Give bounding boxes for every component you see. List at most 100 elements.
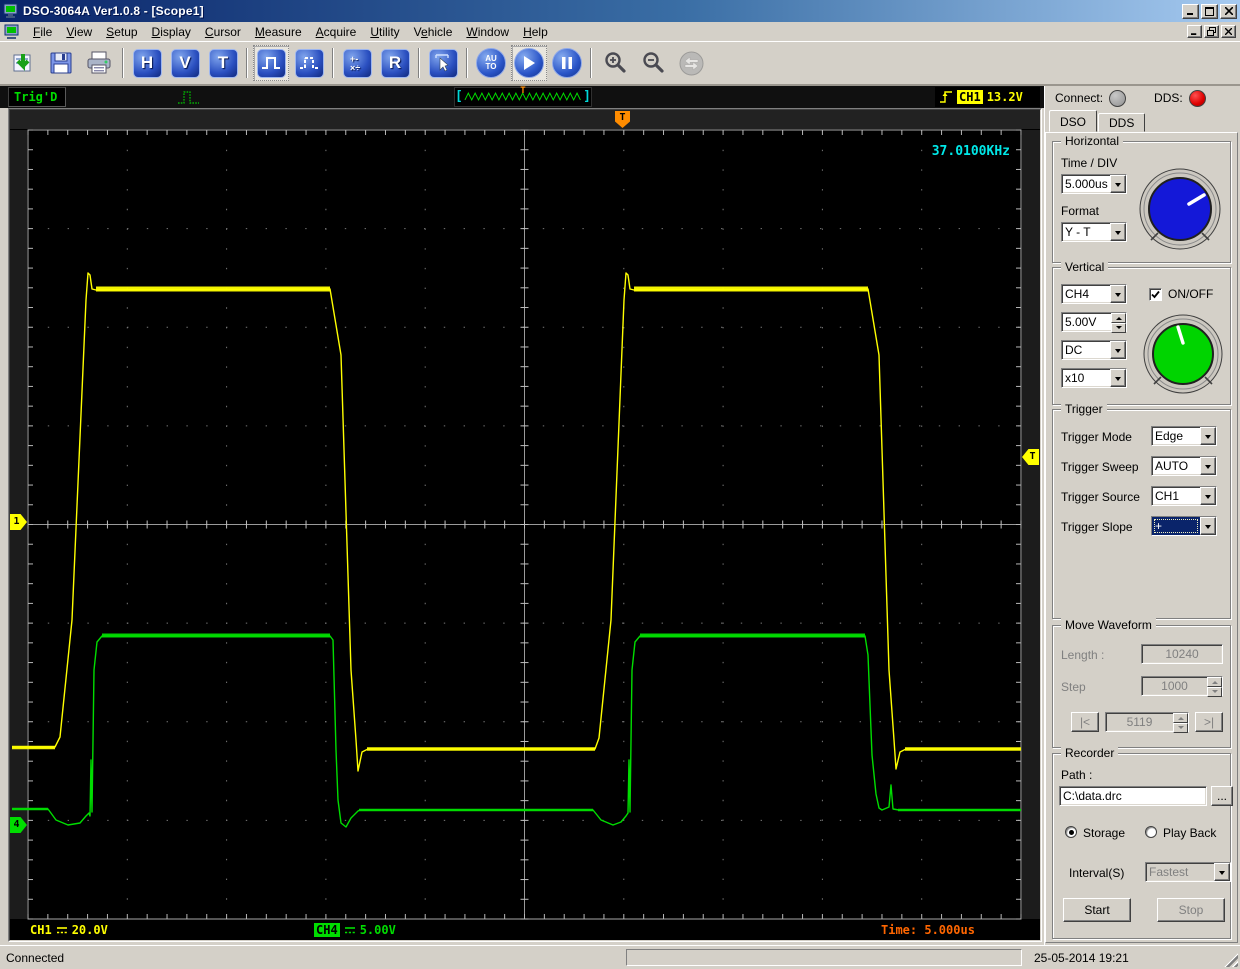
scope-widget: 37.0100KHz 1 4 T T CH1 20.0V CH4 5.00V T… (8, 108, 1042, 942)
pause-button[interactable] (549, 45, 585, 81)
trigger-sweep-select[interactable]: AUTO (1151, 456, 1217, 476)
time-div-select[interactable]: 5.000us (1061, 174, 1127, 194)
interval-select[interactable]: Fastest (1145, 862, 1231, 882)
mdi-window-buttons (1185, 25, 1236, 38)
title-bar: DSO-3064A Ver1.0.8 - [Scope1] (0, 0, 1240, 22)
path-label: Path : (1061, 768, 1093, 782)
menu-window[interactable]: Window (459, 23, 516, 41)
vertical-probe-select[interactable]: x10 (1061, 368, 1127, 388)
auto-setup-button[interactable]: AU TO (473, 45, 509, 81)
go-first-button[interactable]: |< (1071, 712, 1099, 732)
vertical-knob[interactable] (1141, 312, 1225, 396)
open-button[interactable] (5, 45, 41, 81)
trigger-level-readout: 13.2V (986, 90, 1023, 104)
menu-items: File View Setup Display Cursor Measure Acquire… (26, 23, 1185, 41)
dds-indicator-light (1188, 89, 1206, 107)
main-area: Trig'D [ ] T CH1 13.2V 37.0100KHz 1 4 T … (0, 86, 1240, 945)
channel-onoff-checkbox[interactable] (1149, 288, 1162, 301)
menu-view[interactable]: View (59, 23, 99, 41)
cursor-measure-button[interactable] (425, 45, 461, 81)
zoom-in-button[interactable] (597, 45, 633, 81)
trigger-slope-select[interactable]: + (1151, 516, 1217, 536)
time-div-label: Time / DIV (1061, 156, 1118, 170)
status-empty-pane (626, 949, 1022, 966)
trigger-source-select[interactable]: CH1 (1151, 486, 1217, 506)
pulse-indicator-icon (178, 91, 199, 104)
menu-cursor[interactable]: Cursor (198, 23, 248, 41)
dc-coupling-icon (344, 926, 355, 933)
horizontal-knob[interactable] (1137, 166, 1223, 252)
toolbar-separator (122, 48, 124, 78)
storage-radio[interactable] (1065, 826, 1077, 838)
toolbar-separator (246, 48, 248, 78)
go-last-button[interactable]: >| (1195, 712, 1223, 732)
format-select[interactable]: Y - T (1061, 222, 1127, 242)
status-message: Connected (6, 950, 65, 965)
trigger-mode-select[interactable]: Edge (1151, 426, 1217, 446)
playback-label: Play Back (1163, 826, 1217, 840)
menu-utility[interactable]: Utility (363, 23, 406, 41)
tab-dso[interactable]: DSO (1049, 110, 1098, 132)
browse-button[interactable]: ... (1211, 786, 1233, 806)
stop-button[interactable]: Stop (1157, 898, 1225, 922)
svg-text:×÷: ×÷ (350, 63, 360, 73)
mdi-close-button[interactable] (1221, 25, 1236, 38)
v-measure-button[interactable]: V (167, 45, 203, 81)
reference-button[interactable]: R (377, 45, 413, 81)
menu-display[interactable]: Display (145, 23, 198, 41)
mdi-system-menu-icon[interactable] (4, 24, 20, 40)
connect-indicator-light (1109, 89, 1127, 107)
toolbar-separator (418, 48, 420, 78)
length-field[interactable]: 10240 (1141, 644, 1223, 664)
menu-file[interactable]: File (26, 23, 59, 41)
scope-column: Trig'D [ ] T CH1 13.2V 37.0100KHz 1 4 T … (0, 86, 1044, 945)
run-button[interactable] (511, 45, 547, 81)
move-waveform-group-title: Move Waveform (1061, 618, 1156, 632)
mdi-restore-button[interactable] (1204, 25, 1219, 38)
path-input[interactable]: C:\data.drc (1059, 786, 1207, 806)
close-button[interactable] (1220, 3, 1237, 19)
ch1-label: CH1 (30, 923, 52, 937)
print-button[interactable] (81, 45, 117, 81)
trigger-status: Trig'D (8, 87, 66, 107)
trigger-group-title: Trigger (1061, 402, 1107, 416)
playback-radio[interactable] (1145, 826, 1157, 838)
zoom-out-button[interactable] (635, 45, 671, 81)
menu-setup[interactable]: Setup (99, 23, 144, 41)
h-measure-button[interactable]: H (129, 45, 165, 81)
vertical-coupling-select[interactable]: DC (1061, 340, 1127, 360)
menu-vehicle[interactable]: Vehicle (407, 23, 460, 41)
recorder-group: Recorder Path : C:\data.drc ... Storage … (1052, 746, 1233, 939)
step-spinner[interactable]: 1000 (1141, 676, 1223, 697)
trigger-info-readout: CH1 13.2V (935, 87, 1040, 107)
maximize-button[interactable] (1201, 3, 1218, 19)
waveform-points-button[interactable] (291, 45, 327, 81)
step-label: Step (1061, 680, 1086, 694)
trigger-slope-label: Trigger Slope (1061, 520, 1133, 534)
app-window: DSO-3064A Ver1.0.8 - [Scope1] File View Se… (0, 0, 1240, 969)
status-bar: Connected 25-05-2014 19:21 (0, 945, 1240, 969)
minimize-button[interactable] (1182, 3, 1199, 19)
ch4-label: CH4 (314, 923, 340, 937)
trigger-position-preview[interactable]: [ ] T (454, 86, 592, 107)
math-button[interactable]: +- ×÷ (339, 45, 375, 81)
tab-dds[interactable]: DDS (1098, 113, 1146, 132)
ch1-scale-readout: CH1 20.0V (24, 921, 114, 939)
position-spinner[interactable]: 5119 (1105, 712, 1189, 733)
save-button[interactable] (43, 45, 79, 81)
menu-measure[interactable]: Measure (248, 23, 309, 41)
t-measure-button[interactable]: T (205, 45, 241, 81)
resize-grip[interactable] (1224, 953, 1238, 967)
waveform-display-button[interactable] (253, 45, 289, 81)
mdi-minimize-button[interactable] (1187, 25, 1202, 38)
refresh-connection-button[interactable] (673, 45, 709, 81)
preview-trigger-marker[interactable]: T (520, 86, 525, 96)
vertical-scale-spinner[interactable]: 5.00V (1061, 312, 1127, 333)
menu-acquire[interactable]: Acquire (309, 23, 364, 41)
trigger-source-label: Trigger Source (1061, 490, 1140, 504)
timebase-readout: Time: 5.000us (875, 921, 981, 939)
menu-help[interactable]: Help (516, 23, 555, 41)
panel-tabs: DSO DDS (1045, 110, 1240, 132)
vertical-channel-select[interactable]: CH4 (1061, 284, 1127, 304)
start-button[interactable]: Start (1063, 898, 1131, 922)
